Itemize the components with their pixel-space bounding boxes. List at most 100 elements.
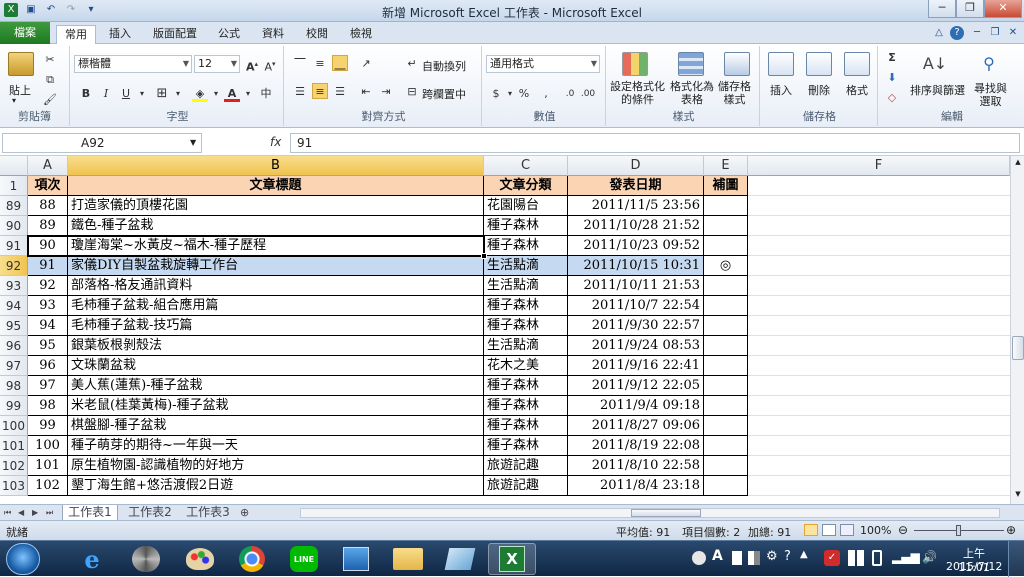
cell-empty[interactable] (748, 216, 1010, 236)
cell-item-no[interactable]: 88 (28, 196, 68, 216)
cell-title[interactable]: 瓊崖海棠~水黃皮~福木-種子歷程 (68, 236, 484, 256)
column-header-e[interactable]: E (704, 156, 748, 176)
tray-antivirus-icon[interactable]: ✓ (824, 550, 840, 566)
cell-image[interactable] (704, 436, 748, 456)
zoom-in-icon[interactable]: ⊕ (1006, 523, 1016, 537)
cell-image[interactable] (704, 276, 748, 296)
insert-function-icon[interactable]: fx (270, 135, 281, 149)
cell-date[interactable]: 2011/8/10 22:58 (568, 456, 704, 476)
align-middle-icon[interactable]: ≡ (312, 56, 328, 72)
cell-category[interactable]: 種子森林 (484, 416, 568, 436)
doc-restore-icon[interactable]: ❐ (988, 26, 1002, 40)
align-bottom-icon[interactable]: ⎽ (332, 55, 348, 71)
row-header[interactable]: 94 (0, 296, 28, 316)
vertical-scrollbar[interactable]: ▲ ▼ (1010, 156, 1024, 504)
cell-date[interactable]: 2011/10/11 21:53 (568, 276, 704, 296)
cell-styles-icon[interactable] (724, 52, 750, 76)
cell-item-no[interactable]: 95 (28, 336, 68, 356)
doc-close-icon[interactable]: ✕ (1006, 26, 1020, 40)
fill-color-icon[interactable]: ◈ (192, 86, 208, 102)
taskbar-excel-icon[interactable]: X (488, 543, 536, 575)
cell-category[interactable]: 生活點滴 (484, 336, 568, 356)
cell-item-no[interactable]: 97 (28, 376, 68, 396)
font-name-select[interactable]: 標楷體 ▼ (74, 55, 192, 73)
taskbar-ie-icon[interactable]: e (68, 543, 116, 575)
cell-category[interactable]: 種子森林 (484, 216, 568, 236)
cell-category[interactable]: 生活點滴 (484, 276, 568, 296)
sheet-nav-next-icon[interactable]: ▶ (32, 505, 38, 521)
header-cell[interactable]: 文章分類 (484, 176, 568, 196)
name-box-dropdown-icon[interactable]: ▼ (190, 138, 196, 147)
cell-date[interactable]: 2011/9/4 09:18 (568, 396, 704, 416)
cell-title[interactable]: 文珠蘭盆栽 (68, 356, 484, 376)
header-cell[interactable]: 文章標題 (68, 176, 484, 196)
cell-empty[interactable] (748, 256, 1010, 276)
scroll-thumb[interactable] (1012, 336, 1024, 360)
cell-image[interactable] (704, 476, 748, 496)
increase-indent-icon[interactable]: ⇥ (378, 84, 394, 100)
row-header[interactable]: 97 (0, 356, 28, 376)
delete-cells-icon[interactable] (806, 52, 832, 76)
cell-empty[interactable] (748, 356, 1010, 376)
cell-item-no[interactable]: 90 (28, 236, 68, 256)
borders-icon[interactable]: ⊞ (154, 86, 170, 102)
cell-item-no[interactable]: 101 (28, 456, 68, 476)
cell-category[interactable]: 旅遊記趣 (484, 476, 568, 496)
cell-category[interactable]: 種子森林 (484, 376, 568, 396)
cell-category[interactable]: 生活點滴 (484, 256, 568, 276)
phonetic-icon[interactable]: 中 (258, 86, 274, 102)
tray-signal-icon[interactable]: ▂▄▆ (892, 550, 920, 564)
row-header[interactable]: 99 (0, 396, 28, 416)
cell-image[interactable]: ◎ (704, 256, 748, 276)
cell-item-no[interactable]: 96 (28, 356, 68, 376)
row-header[interactable]: 100 (0, 416, 28, 436)
cell-empty[interactable] (748, 456, 1010, 476)
font-color-icon[interactable]: A (224, 86, 240, 102)
sheet-tab-3[interactable]: 工作表3 (180, 505, 236, 521)
cell-category[interactable]: 種子森林 (484, 316, 568, 336)
cell-item-no[interactable]: 89 (28, 216, 68, 236)
cell-category[interactable]: 種子森林 (484, 236, 568, 256)
cell-image[interactable] (704, 456, 748, 476)
cell-empty[interactable] (748, 316, 1010, 336)
cell-styles-button[interactable]: 儲存格 樣式 (718, 80, 751, 106)
borders-dropdown-icon[interactable]: ▾ (170, 86, 186, 102)
row-header[interactable]: 95 (0, 316, 28, 336)
cell-date[interactable]: 2011/9/24 08:53 (568, 336, 704, 356)
horizontal-scrollbar[interactable] (300, 508, 1000, 518)
cell-image[interactable] (704, 376, 748, 396)
cell-title[interactable]: 毛柿種子盆栽-技巧篇 (68, 316, 484, 336)
font-size-select[interactable]: 12 ▼ (194, 55, 240, 73)
taskbar-paint-icon[interactable] (176, 543, 224, 575)
taskbar-chrome-icon[interactable] (228, 543, 276, 575)
format-cells-button[interactable]: 格式 (846, 82, 868, 98)
underline-button[interactable]: U (118, 86, 134, 102)
name-box[interactable]: A92 (2, 133, 202, 153)
cell-title[interactable]: 銀葉板根剝殼法 (68, 336, 484, 356)
column-header-c[interactable]: C (484, 156, 568, 176)
paste-dropdown-icon[interactable]: ▾ (12, 96, 16, 105)
worksheet-grid[interactable]: A B C D E F 1 項次 文章標題 文章分類 發表日期 補圖 89 88 打造家儀的頂樓… (0, 156, 1010, 504)
cut-icon[interactable]: ✂ (42, 52, 58, 68)
zoom-slider-thumb[interactable] (956, 525, 961, 536)
increase-font-icon[interactable]: A▴ (244, 56, 260, 74)
row-header[interactable]: 89 (0, 196, 28, 216)
cell-empty[interactable] (748, 176, 1010, 196)
cell-image[interactable] (704, 296, 748, 316)
align-top-icon[interactable]: ⎺ (292, 56, 308, 72)
tab-review[interactable]: 校閱 (298, 25, 336, 44)
cell-item-no[interactable]: 99 (28, 416, 68, 436)
clear-icon[interactable]: ◇ (884, 90, 900, 106)
cell-title[interactable]: 美人蕉(蓮蕉)-種子盆栽 (68, 376, 484, 396)
tray-ime-icon[interactable] (692, 551, 706, 565)
show-desktop-button[interactable] (1008, 541, 1024, 577)
align-center-icon[interactable]: ≡ (312, 83, 328, 99)
tab-page-layout[interactable]: 版面配置 (146, 25, 204, 44)
cell-empty[interactable] (748, 396, 1010, 416)
doc-minimize-icon[interactable]: ─ (970, 26, 984, 40)
cell-empty[interactable] (748, 376, 1010, 396)
orientation-icon[interactable]: ↗ (358, 56, 374, 72)
tab-home[interactable]: 常用 (56, 25, 96, 45)
cell-category[interactable]: 種子森林 (484, 396, 568, 416)
normal-view-icon[interactable] (804, 524, 818, 536)
